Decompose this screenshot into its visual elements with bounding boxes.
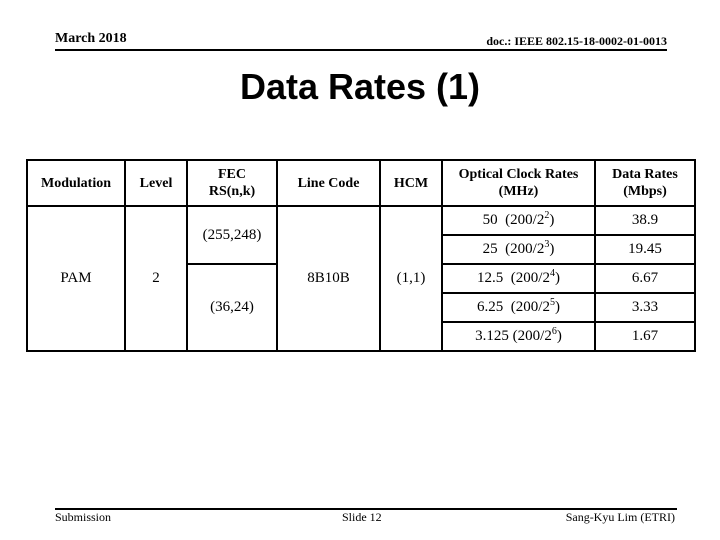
cell-data-rate: 6.67: [594, 263, 696, 294]
cell-data-rate: 38.9: [594, 205, 696, 236]
col-header-data-line2: (Mbps): [623, 184, 667, 199]
clock-value: 12.5: [477, 270, 504, 286]
clock-exponent: 2: [544, 210, 550, 221]
cell-modulation: PAM: [26, 205, 126, 352]
col-header-clock-line2: (MHz): [498, 184, 539, 199]
clock-divisor: (200/2: [505, 212, 545, 228]
header-doc-id: doc.: IEEE 802.15-18-0002-01-0013: [486, 34, 667, 48]
col-header-hcm: HCM: [379, 159, 443, 207]
col-header-line-code: Line Code: [276, 159, 381, 207]
clock-close: ): [549, 241, 555, 257]
clock-close: ): [549, 212, 555, 228]
clock-value: 50: [482, 212, 498, 228]
col-header-fec: FEC RS(n,k): [186, 159, 278, 207]
data-rates-table: Modulation Level FEC RS(n,k) Line Code H…: [26, 159, 696, 352]
clock-exponent: 5: [549, 297, 555, 308]
cell-hcm: (1,1): [379, 205, 443, 352]
clock-exponent: 4: [549, 268, 555, 279]
col-header-fec-line2: RS(n,k): [208, 184, 256, 199]
cell-data-rate: 1.67: [594, 321, 696, 352]
col-header-fec-line1: FEC: [218, 167, 246, 182]
col-header-level: Level: [124, 159, 188, 207]
cell-level: 2: [124, 205, 188, 352]
table-row: PAM 2 (255,248) 8B10B (1,1) 50 (200/22) …: [26, 205, 696, 352]
clock-divisor: (200/2: [512, 328, 552, 344]
cell-clock-rate: 6.25 (200/25): [441, 292, 596, 323]
footer-submission: Submission: [55, 510, 112, 524]
cell-line-code: 8B10B: [276, 205, 381, 352]
cell-clock-rate: 12.5 (200/24): [441, 263, 596, 294]
cell-data-rate: 3.33: [594, 292, 696, 323]
footer-slide-number: Slide 12: [342, 510, 382, 524]
col-header-data-line1: Data Rates: [612, 167, 678, 182]
cell-clock-rate: 3.125 (200/26): [441, 321, 596, 352]
clock-close: ): [554, 299, 560, 315]
header-divider: [55, 49, 667, 51]
cell-data-rate: 19.45: [594, 234, 696, 265]
col-header-data-rates: Data Rates (Mbps): [594, 159, 696, 207]
header-date: March 2018: [55, 31, 127, 46]
clock-divisor: (200/2: [505, 241, 545, 257]
clock-divisor: (200/2: [510, 299, 550, 315]
clock-value: 25: [482, 241, 498, 257]
clock-exponent: 3: [544, 239, 550, 250]
table-header-row: Modulation Level FEC RS(n,k) Line Code H…: [26, 159, 696, 207]
col-header-modulation: Modulation: [26, 159, 126, 207]
col-header-clock-line1: Optical Clock Rates: [458, 167, 579, 182]
clock-close: ): [554, 270, 560, 286]
clock-exponent: 6: [551, 326, 557, 337]
cell-fec-2: (36,24): [186, 263, 278, 352]
cell-clock-rate: 50 (200/22): [441, 205, 596, 236]
cell-clock-rate: 25 (200/23): [441, 234, 596, 265]
slide-title: Data Rates (1): [239, 66, 481, 107]
footer-author: Sang-Kyu Lim (ETRI): [565, 510, 675, 524]
col-header-clock-rates: Optical Clock Rates (MHz): [441, 159, 596, 207]
clock-value: 6.25: [477, 299, 504, 315]
cell-fec-1: (255,248): [186, 205, 278, 265]
clock-divisor: (200/2: [510, 270, 550, 286]
clock-value: 3.125: [475, 328, 509, 344]
clock-close: ): [556, 328, 562, 344]
